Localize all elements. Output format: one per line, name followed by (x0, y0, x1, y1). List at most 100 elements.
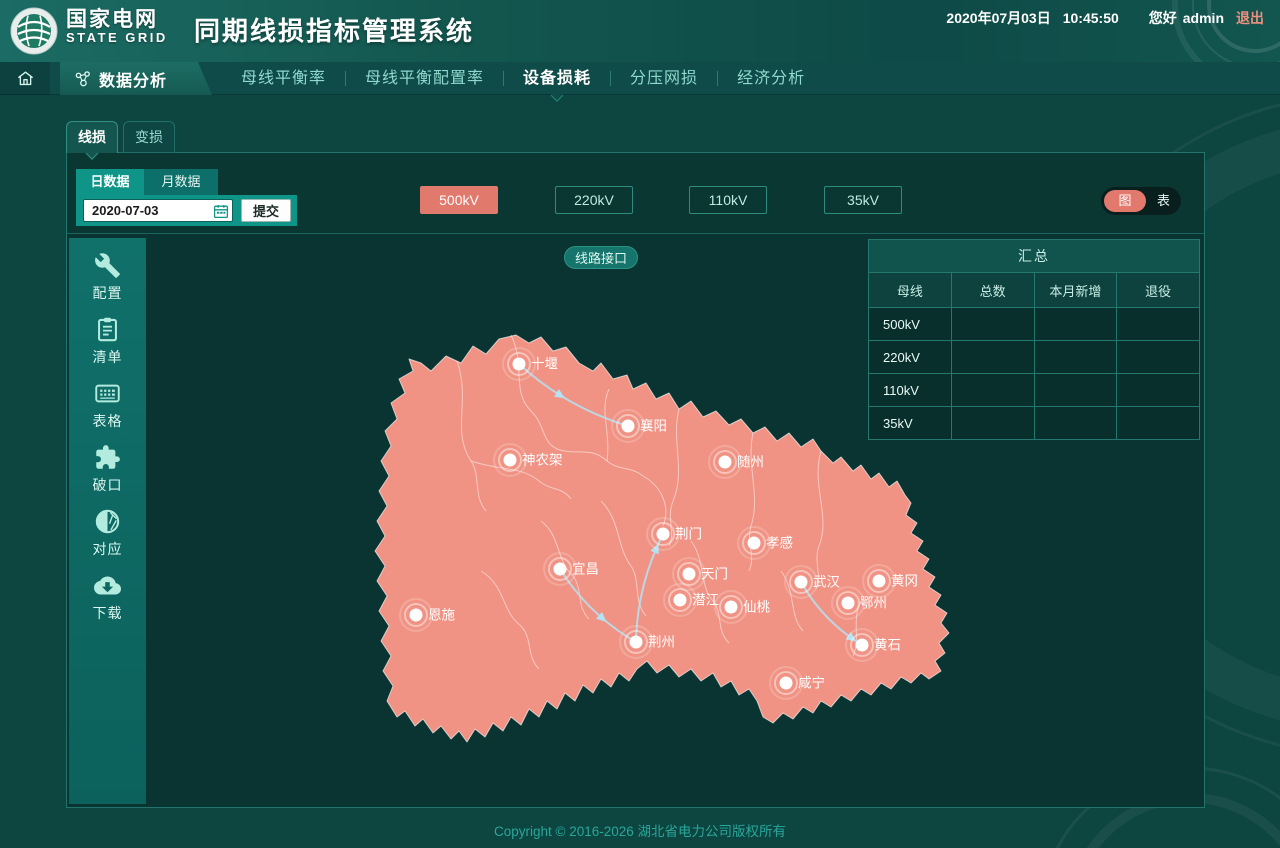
city-label: 咸宁 (798, 675, 825, 691)
city-label: 荆州 (648, 635, 675, 650)
view-toggle-table[interactable]: 表 (1157, 187, 1170, 215)
marker-core (873, 575, 886, 588)
clipboard-icon (94, 316, 121, 343)
home-button[interactable] (0, 62, 50, 95)
city-label: 恩施 (428, 608, 455, 623)
logout-button[interactable]: 退出 (1236, 8, 1264, 28)
period-tab-monthly[interactable]: 月数据 (144, 169, 218, 195)
summary-row-1: 220kV (869, 341, 1200, 374)
brand-block: 国家电网 STATE GRID (66, 9, 168, 45)
city-label: 随州 (737, 455, 764, 470)
sidebar-item-0[interactable]: 配置 (69, 252, 146, 302)
sidebar-item-label: 下载 (69, 603, 146, 623)
sidebar-item-label: 对应 (69, 539, 146, 559)
content-panel: 日数据 月数据 提交 500kV220kV110kV35kV 图 表 配置清单表… (66, 152, 1205, 808)
page-title: 同期线损指标管理系统 (194, 0, 474, 62)
summary-cell (1034, 308, 1117, 341)
tab-line-loss-label: 线损 (78, 129, 106, 145)
line-interface-button[interactable]: 线路接口 (564, 246, 638, 269)
marker-core (674, 594, 687, 607)
summary-cell (951, 308, 1034, 341)
marker-core (795, 576, 808, 589)
voltage-button-500kV[interactable]: 500kV (420, 186, 498, 214)
city-label: 仙桃 (743, 600, 771, 615)
summary-cell: 35kV (869, 407, 952, 440)
marker-core (719, 456, 732, 469)
summary-cell (1117, 374, 1200, 407)
voltage-button-220kV[interactable]: 220kV (555, 186, 633, 214)
summary-cell (1117, 341, 1200, 374)
summary-cell: 500kV (869, 308, 952, 341)
summary-cell (1117, 407, 1200, 440)
submit-button[interactable]: 提交 (241, 199, 291, 222)
nav-item-1[interactable]: 母线平衡配置率 (346, 62, 503, 95)
state-grid-logo (10, 7, 58, 55)
tab-line-loss[interactable]: 线损 (66, 121, 118, 153)
current-time: 10:45:50 (1063, 10, 1119, 26)
summary-cell: 110kV (869, 374, 952, 407)
period-tab-daily[interactable]: 日数据 (76, 169, 144, 195)
sidebar-item-3[interactable]: 破口 (69, 444, 146, 494)
marker-core (410, 609, 423, 622)
data-analysis-icon (74, 70, 92, 88)
brand-cn: 国家电网 (66, 9, 168, 31)
summary-col-3: 退役 (1117, 273, 1200, 308)
summary-cell (1117, 308, 1200, 341)
summary-col-0: 母线 (869, 273, 952, 308)
city-label: 黄石 (874, 638, 901, 653)
marker-core (780, 677, 793, 690)
summary-cell: 220kV (869, 341, 952, 374)
sidebar-item-4[interactable]: 对应 (69, 508, 146, 558)
brand-en: STATE GRID (66, 31, 168, 45)
marker-core (748, 537, 761, 550)
view-toggle[interactable]: 图 表 (1101, 187, 1181, 215)
nav-item-2[interactable]: 设备损耗 (504, 62, 610, 95)
summary-row-3: 35kV (869, 407, 1200, 440)
current-date: 2020年07月03日 (946, 8, 1050, 28)
city-label: 十堰 (531, 357, 558, 372)
tool-sidebar: 配置清单表格破口对应下载 (69, 238, 146, 804)
city-label: 荆门 (675, 527, 702, 542)
city-label: 孝感 (766, 535, 793, 551)
greeting: 您好 (1149, 8, 1177, 28)
nav-item-0[interactable]: 母线平衡率 (222, 62, 345, 95)
sidebar-item-2[interactable]: 表格 (69, 380, 146, 430)
city-label: 天门 (701, 567, 728, 582)
summary-col-2: 本月新增 (1034, 273, 1117, 308)
table-icon (94, 380, 121, 407)
footer-copyright: Copyright © 2016-2026 湖北省电力公司版权所有 (0, 816, 1280, 848)
nav-item-4[interactable]: 经济分析 (718, 62, 824, 95)
summary-cell (951, 374, 1034, 407)
nav-active-caret (551, 89, 564, 102)
sidebar-item-label: 清单 (69, 347, 146, 367)
wrench-icon (94, 252, 121, 279)
summary-row-0: 500kV (869, 308, 1200, 341)
summary-cell (1034, 341, 1117, 374)
view-toggle-chart[interactable]: 图 (1104, 190, 1146, 212)
city-label: 宜昌 (572, 562, 599, 577)
city-label: 襄阳 (640, 419, 667, 434)
sidebar-item-1[interactable]: 清单 (69, 316, 146, 366)
cloud-download-icon (94, 572, 121, 599)
puzzle-icon (94, 444, 121, 471)
sidebar-item-label: 破口 (69, 475, 146, 495)
nav-section-data-analysis[interactable]: 数据分析 (60, 62, 212, 95)
city-label: 神农架 (522, 453, 563, 468)
summary-table: 汇总母线总数本月新增退役500kV220kV110kV35kV (868, 239, 1200, 440)
summary-row-2: 110kV (869, 374, 1200, 407)
summary-cell (1034, 407, 1117, 440)
home-icon (16, 69, 35, 88)
sidebar-item-label: 配置 (69, 283, 146, 303)
nav-section-label: 数据分析 (99, 67, 167, 91)
voltage-button-110kV[interactable]: 110kV (689, 186, 767, 214)
username: admin (1183, 10, 1224, 26)
marker-core (842, 597, 855, 610)
main-navbar: 数据分析 母线平衡率母线平衡配置率设备损耗分压网损经济分析 (0, 62, 1280, 95)
voltage-button-35kV[interactable]: 35kV (824, 186, 902, 214)
sidebar-item-5[interactable]: 下载 (69, 572, 146, 622)
date-input[interactable] (83, 199, 233, 222)
nav-item-3[interactable]: 分压网损 (611, 62, 717, 95)
tab-transformer-loss[interactable]: 变损 (123, 121, 175, 153)
marker-core (725, 601, 738, 614)
summary-cell (951, 407, 1034, 440)
